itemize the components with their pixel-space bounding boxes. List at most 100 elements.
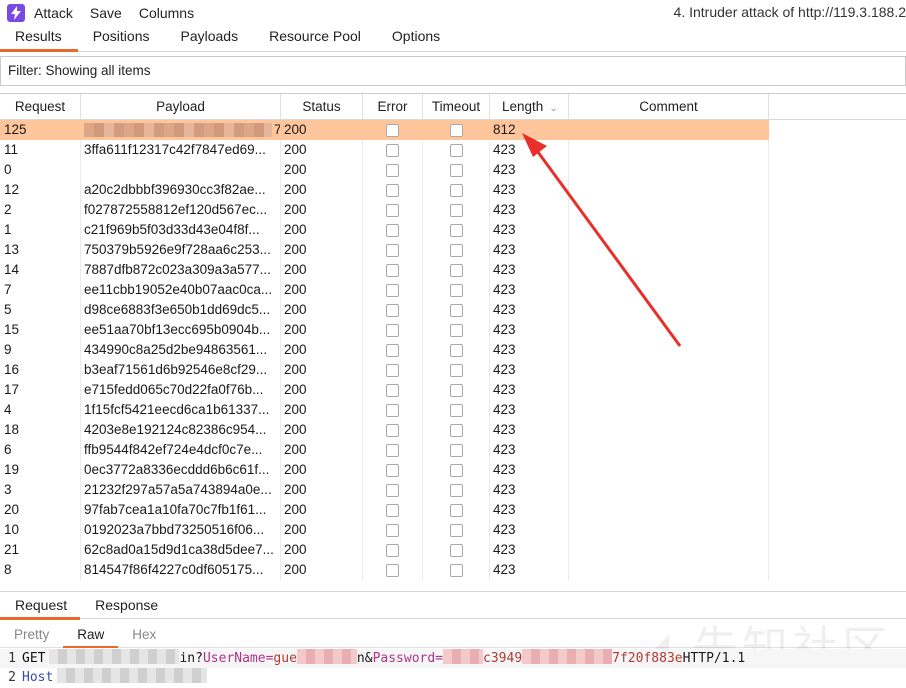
error-checkbox[interactable] [386, 323, 399, 337]
tab-results[interactable]: Results [0, 28, 78, 52]
error-checkbox[interactable] [386, 543, 399, 557]
table-row[interactable]: 3 21232f297a57a5a743894a0e... 200 423 [0, 480, 906, 500]
error-checkbox[interactable] [386, 523, 399, 537]
table-row[interactable]: 19 0ec3772a8336ecddd6b6c61f... 200 423 [0, 460, 906, 480]
error-checkbox[interactable] [386, 283, 399, 297]
timeout-checkbox[interactable] [449, 383, 463, 397]
error-checkbox[interactable] [386, 443, 399, 457]
tab-pretty[interactable]: Pretty [0, 622, 63, 647]
error-checkbox[interactable] [386, 123, 399, 137]
table-row[interactable]: 15 ee51aa70bf13ecc695b0904b... 200 423 [0, 320, 906, 340]
error-checkbox[interactable] [386, 483, 399, 497]
menu-columns[interactable]: Columns [139, 5, 194, 21]
error-checkbox[interactable] [386, 343, 399, 357]
col-header-timeout[interactable]: Timeout [423, 94, 490, 119]
timeout-checkbox[interactable] [449, 343, 463, 357]
timeout-checkbox[interactable] [449, 463, 463, 477]
tab-request[interactable]: Request [0, 592, 81, 620]
error-checkbox[interactable] [386, 383, 399, 397]
col-header-comment[interactable]: Comment [569, 94, 769, 119]
cell-comment[interactable] [569, 380, 769, 400]
tab-options[interactable]: Options [377, 28, 456, 51]
cell-comment[interactable] [569, 460, 769, 480]
cell-comment[interactable] [569, 320, 769, 340]
cell-comment[interactable] [569, 560, 769, 580]
cell-comment[interactable] [569, 540, 769, 560]
error-checkbox[interactable] [386, 563, 399, 577]
tab-resource-pool[interactable]: Resource Pool [254, 28, 377, 51]
col-header-error[interactable]: Error [363, 94, 423, 119]
timeout-checkbox[interactable] [449, 303, 463, 317]
timeout-checkbox[interactable] [449, 543, 463, 557]
timeout-checkbox[interactable] [449, 403, 463, 417]
error-checkbox[interactable] [386, 243, 399, 257]
tab-hex[interactable]: Hex [118, 622, 170, 647]
timeout-checkbox[interactable] [449, 203, 463, 217]
table-row[interactable]: 14 7887dfb872c023a309a3a577... 200 423 [0, 260, 906, 280]
timeout-checkbox[interactable] [449, 483, 463, 497]
timeout-checkbox[interactable] [449, 223, 463, 237]
table-row[interactable]: 1 c21f969b5f03d33d43e04f8f... 200 423 [0, 220, 906, 240]
error-checkbox[interactable] [386, 263, 399, 277]
timeout-checkbox[interactable] [449, 523, 463, 537]
table-row[interactable]: 0 200 423 [0, 160, 906, 180]
table-row[interactable]: 11 3ffa611f12317c42f7847ed69... 200 423 [0, 140, 906, 160]
col-header-request[interactable]: Request [0, 94, 81, 119]
error-checkbox[interactable] [386, 463, 399, 477]
cell-comment[interactable] [569, 180, 769, 200]
error-checkbox[interactable] [386, 183, 399, 197]
table-row[interactable]: 13 750379b5926e9f728aa6c253... 200 423 [0, 240, 906, 260]
error-checkbox[interactable] [386, 163, 399, 177]
table-row[interactable]: 16 b3eaf71561d6b92546e8cf29... 200 423 [0, 360, 906, 380]
table-row[interactable]: 8 814547f86f4227c0df605175... 200 423 [0, 560, 906, 580]
timeout-checkbox[interactable] [449, 563, 463, 577]
error-checkbox[interactable] [386, 423, 399, 437]
cell-comment[interactable] [569, 300, 769, 320]
table-row[interactable]: 21 62c8ad0a15d9d1ca38d5dee7... 200 423 [0, 540, 906, 560]
tab-payloads[interactable]: Payloads [166, 28, 255, 51]
error-checkbox[interactable] [386, 203, 399, 217]
error-checkbox[interactable] [386, 403, 399, 417]
cell-comment[interactable] [569, 260, 769, 280]
table-row[interactable]: 20 97fab7cea1a10fa70c7fb1f61... 200 423 [0, 500, 906, 520]
cell-comment[interactable] [569, 400, 769, 420]
error-checkbox[interactable] [386, 223, 399, 237]
table-row[interactable]: 7 ee11cbb19052e40b07aac0ca... 200 423 [0, 280, 906, 300]
cell-comment[interactable] [569, 280, 769, 300]
table-row[interactable]: 9 434990c8a25d2be94863561... 200 423 [0, 340, 906, 360]
cell-comment[interactable] [569, 520, 769, 540]
tab-raw[interactable]: Raw [63, 622, 119, 648]
cell-comment[interactable] [569, 500, 769, 520]
tab-response[interactable]: Response [80, 592, 171, 619]
timeout-checkbox[interactable] [449, 183, 463, 197]
filter-bar[interactable]: Filter: Showing all items [0, 56, 906, 86]
table-row[interactable]: 5 d98ce6883f3e650b1dd69dc5... 200 423 [0, 300, 906, 320]
timeout-checkbox[interactable] [449, 323, 463, 337]
timeout-checkbox[interactable] [449, 163, 463, 177]
cell-comment[interactable] [569, 480, 769, 500]
cell-comment[interactable] [569, 160, 769, 180]
menu-attack[interactable]: Attack [34, 5, 73, 21]
col-header-status[interactable]: Status [281, 94, 363, 119]
timeout-checkbox[interactable] [449, 243, 463, 257]
cell-comment[interactable] [569, 440, 769, 460]
table-row[interactable]: 18 4203e8e192124c82386c954... 200 423 [0, 420, 906, 440]
timeout-checkbox[interactable] [449, 263, 463, 277]
error-checkbox[interactable] [386, 143, 399, 157]
request-editor[interactable]: 1 GET in? UserName= gue n& Password= c39… [0, 649, 906, 688]
cell-comment[interactable] [569, 140, 769, 160]
timeout-checkbox[interactable] [449, 143, 463, 157]
cell-comment[interactable] [569, 420, 769, 440]
menu-save[interactable]: Save [90, 5, 122, 21]
timeout-checkbox[interactable] [449, 283, 463, 297]
error-checkbox[interactable] [386, 503, 399, 517]
cell-comment[interactable] [569, 220, 769, 240]
table-row[interactable]: 4 1f15fcf5421eecd6ca1b61337... 200 423 [0, 400, 906, 420]
timeout-checkbox[interactable] [449, 363, 463, 377]
table-row[interactable]: 10 0192023a7bbd73250516f06... 200 423 [0, 520, 906, 540]
table-row[interactable]: 17 e715fedd065c70d22fa0f76b... 200 423 [0, 380, 906, 400]
timeout-checkbox[interactable] [449, 423, 463, 437]
error-checkbox[interactable] [386, 303, 399, 317]
cell-comment[interactable] [569, 200, 769, 220]
table-row[interactable]: 2 f027872558812ef120d567ec... 200 423 [0, 200, 906, 220]
